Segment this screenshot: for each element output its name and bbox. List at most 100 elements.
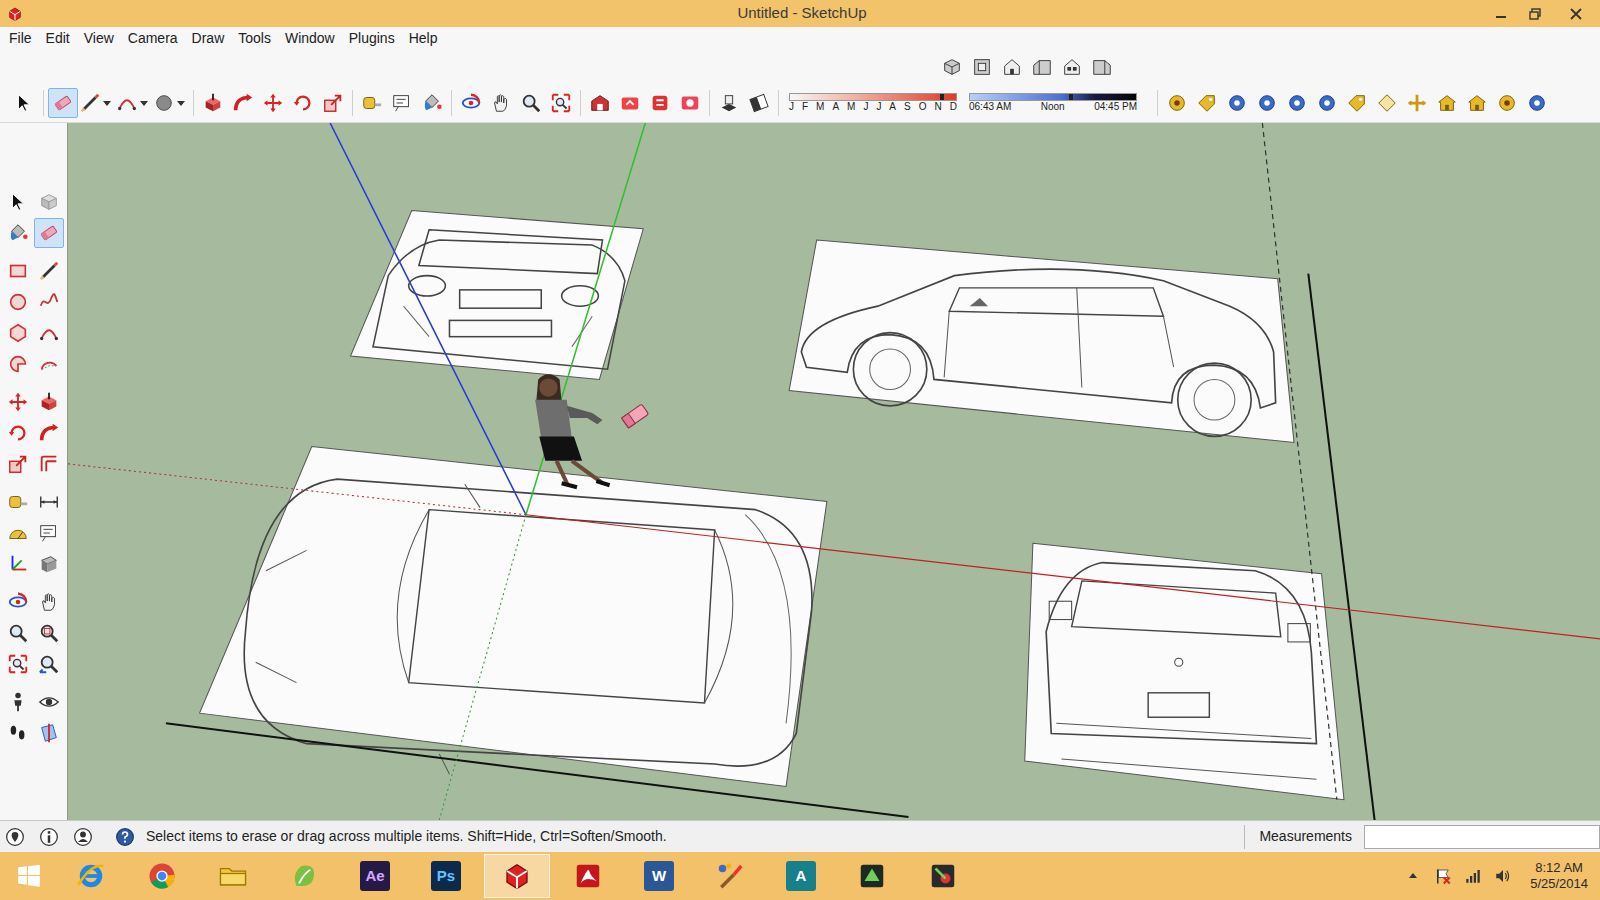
tool-button[interactable]	[34, 387, 64, 417]
rear-view-image[interactable]	[1025, 543, 1344, 799]
tool-button[interactable]	[3, 487, 33, 517]
tool-button[interactable]	[3, 549, 33, 579]
user-icon[interactable]	[72, 826, 94, 848]
taskbar-app[interactable]	[271, 854, 337, 898]
tool-button[interactable]	[3, 649, 33, 679]
tool-button[interactable]	[318, 88, 348, 118]
menu-item[interactable]: View	[77, 27, 121, 50]
menu-item[interactable]: Draw	[185, 27, 232, 50]
geolocation-icon[interactable]	[4, 826, 26, 848]
tool-button[interactable]	[34, 518, 64, 548]
tool-button[interactable]	[34, 187, 64, 217]
tool-button[interactable]	[34, 318, 64, 348]
tool-button[interactable]	[3, 318, 33, 348]
menu-item[interactable]: Edit	[39, 27, 77, 50]
front-view-image[interactable]	[351, 211, 644, 380]
menu-item[interactable]: Tools	[231, 27, 278, 50]
network-icon[interactable]	[1462, 865, 1484, 887]
dropdown-arrow-icon[interactable]	[140, 101, 148, 106]
tool-button[interactable]	[3, 349, 33, 379]
date-slider-fill[interactable]	[790, 94, 944, 100]
sketchup-logo-icon[interactable]	[4, 3, 26, 25]
dropdown-arrow-icon[interactable]	[177, 101, 185, 106]
minimize-icon[interactable]	[1484, 0, 1518, 27]
tool-button[interactable]	[744, 88, 774, 118]
tool-button[interactable]	[645, 88, 675, 118]
tool-button[interactable]	[714, 88, 744, 118]
taskbar-app[interactable]: Ps	[413, 854, 479, 898]
tool-button[interactable]	[3, 187, 33, 217]
tool-button[interactable]	[546, 88, 576, 118]
scale-figure[interactable]	[535, 374, 609, 487]
tool-button[interactable]	[9, 88, 39, 118]
taskbar-app[interactable]	[484, 854, 550, 898]
tool-button[interactable]	[115, 88, 152, 118]
restore-icon[interactable]	[1518, 0, 1552, 27]
plugin-button[interactable]	[1372, 88, 1402, 118]
tool-button[interactable]	[417, 88, 447, 118]
tool-button[interactable]	[288, 88, 318, 118]
taskbar-app[interactable]	[910, 854, 976, 898]
tool-button[interactable]	[3, 256, 33, 286]
taskbar-app[interactable]: A	[768, 854, 834, 898]
tool-button[interactable]	[3, 218, 33, 248]
tool-button[interactable]	[34, 587, 64, 617]
tool-button[interactable]	[34, 618, 64, 648]
tool-button[interactable]	[3, 518, 33, 548]
time-slider-track[interactable]	[969, 93, 1137, 101]
menu-item[interactable]: File	[2, 27, 39, 50]
plugin-button[interactable]	[1522, 88, 1552, 118]
tool-button[interactable]	[34, 718, 64, 748]
tool-button[interactable]	[3, 418, 33, 448]
clock[interactable]: 8:12 AM 5/25/2014	[1522, 860, 1600, 892]
model-canvas[interactable]	[67, 123, 1600, 820]
plugin-button[interactable]	[1462, 88, 1492, 118]
plugin-button[interactable]	[1492, 88, 1522, 118]
tool-button[interactable]	[3, 587, 33, 617]
taskbar-app[interactable]	[129, 854, 195, 898]
tool-button[interactable]	[34, 487, 64, 517]
taskbar-app[interactable]: W	[626, 854, 692, 898]
credits-icon[interactable]	[38, 826, 60, 848]
help-icon[interactable]	[114, 826, 136, 848]
view-button[interactable]	[937, 52, 967, 82]
tool-button[interactable]	[516, 88, 546, 118]
close-icon[interactable]	[1552, 0, 1600, 27]
view-button[interactable]	[967, 52, 997, 82]
plugin-button[interactable]	[1312, 88, 1342, 118]
tool-button[interactable]	[48, 88, 78, 118]
taskbar-app[interactable]: Ae	[342, 854, 408, 898]
view-button[interactable]	[1027, 52, 1057, 82]
top-view-image[interactable]	[200, 447, 827, 787]
plugin-button[interactable]	[1282, 88, 1312, 118]
tool-button[interactable]	[357, 88, 387, 118]
tool-button[interactable]	[34, 549, 64, 579]
tool-button[interactable]	[34, 687, 64, 717]
tool-button[interactable]	[228, 88, 258, 118]
tool-button[interactable]	[34, 418, 64, 448]
plugin-button[interactable]	[1222, 88, 1252, 118]
tool-button[interactable]	[34, 287, 64, 317]
tool-button[interactable]	[152, 88, 189, 118]
time-slider-fill[interactable]	[970, 94, 1073, 100]
taskbar-app[interactable]	[200, 854, 266, 898]
menu-item[interactable]: Help	[402, 27, 445, 50]
tool-button[interactable]	[3, 449, 33, 479]
tool-button[interactable]	[78, 88, 115, 118]
action-center-flag-icon[interactable]	[1432, 865, 1454, 887]
plugin-button[interactable]	[1402, 88, 1432, 118]
tool-button[interactable]	[486, 88, 516, 118]
plugin-button[interactable]	[1432, 88, 1462, 118]
taskbar-app[interactable]	[555, 854, 621, 898]
menu-item[interactable]: Camera	[121, 27, 185, 50]
tool-button[interactable]	[34, 349, 64, 379]
view-button[interactable]	[1057, 52, 1087, 82]
volume-icon[interactable]	[1492, 865, 1514, 887]
view-button[interactable]	[997, 52, 1027, 82]
tool-button[interactable]	[585, 88, 615, 118]
measurements-input[interactable]	[1364, 825, 1600, 849]
tool-button[interactable]	[3, 618, 33, 648]
view-button[interactable]	[1087, 52, 1117, 82]
tool-button[interactable]	[34, 649, 64, 679]
tool-button[interactable]	[387, 88, 417, 118]
